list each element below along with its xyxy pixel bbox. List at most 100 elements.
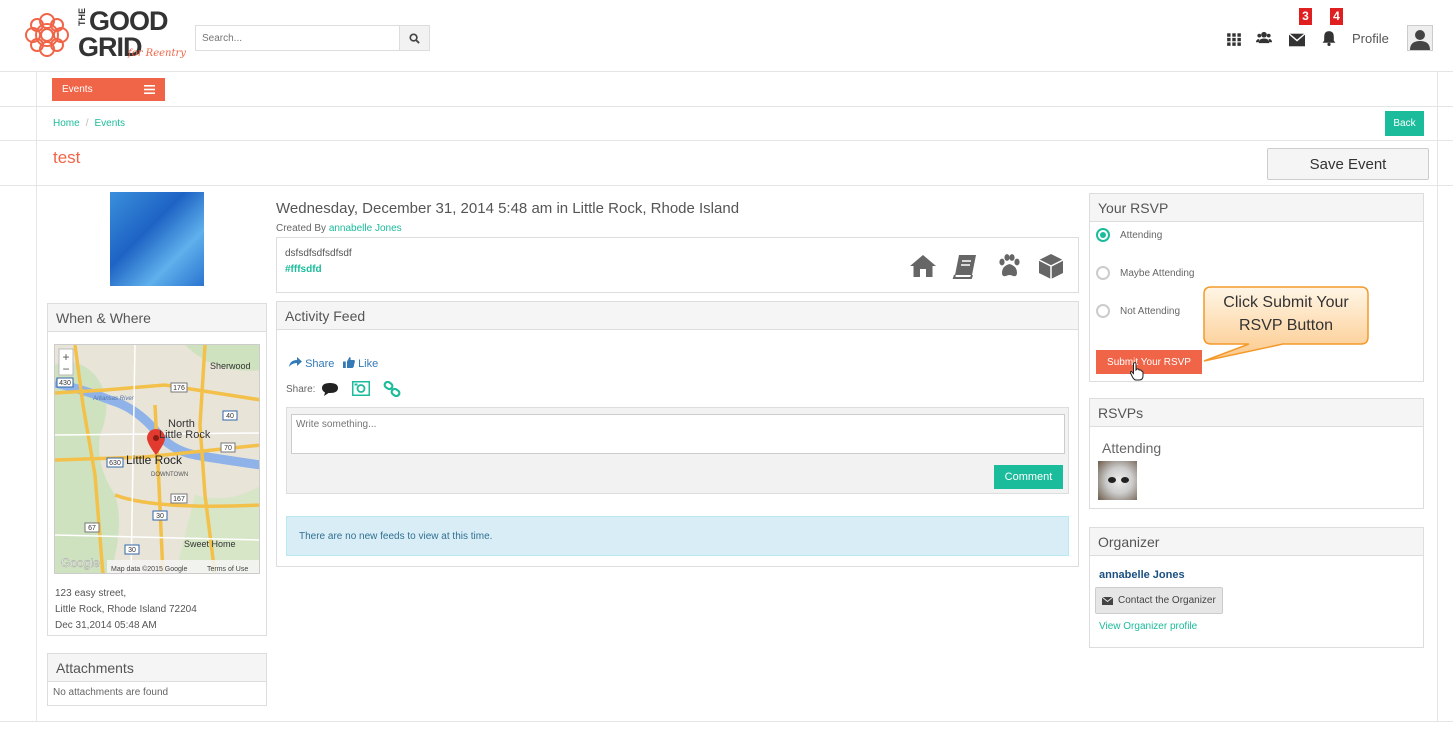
rsvp-option-not-attending[interactable]: Not Attending	[1096, 304, 1180, 318]
attendee-photo	[1108, 477, 1129, 483]
empty-feed-alert: There are no new feeds to view at this t…	[286, 516, 1069, 556]
location-map[interactable]: + − Sherwood North Little Rock Little Ro…	[54, 344, 260, 574]
when-where-title: When & Where	[48, 304, 266, 332]
top-bar: THEGOOD GRID for Reentry 3 4 Profile	[0, 0, 1453, 72]
post-composer: Comment	[286, 407, 1069, 494]
attendee-avatar[interactable]	[1098, 461, 1137, 500]
breadcrumb-home[interactable]: Home	[53, 118, 80, 129]
apps-grid-icon[interactable]	[1226, 31, 1242, 47]
content-border-left	[36, 72, 37, 722]
rsvp-option-attending[interactable]: Attending	[1096, 228, 1162, 242]
event-description-box: dsfsdfsdfsdfsdf #fffsdfd	[276, 237, 1079, 293]
radio-unselected[interactable]	[1096, 266, 1110, 280]
callout-text: Click Submit Your RSVP Button	[1203, 291, 1369, 337]
save-event-button[interactable]: Save Event	[1267, 148, 1429, 180]
search-icon	[409, 32, 420, 44]
link-icon[interactable]	[383, 381, 401, 397]
map-graphic: + − Sherwood North Little Rock Little Ro…	[55, 345, 259, 573]
created-by: Created By annabelle Jones	[276, 223, 402, 234]
event-date-location: Wednesday, December 31, 2014 5:48 am in …	[276, 200, 740, 217]
map-terms: Terms of Use	[207, 566, 248, 573]
divider	[0, 140, 1453, 141]
share-action[interactable]: Share	[289, 357, 334, 370]
divider	[0, 185, 1453, 186]
map-label: Arkansas River	[92, 396, 135, 402]
route-shield: 30	[128, 547, 136, 554]
rsvp-option-label: Not Attending	[1120, 305, 1181, 317]
contact-organizer-button[interactable]: Contact the Organizer	[1095, 587, 1223, 614]
route-shield: 167	[173, 496, 185, 503]
event-hashtag[interactable]: #fffsdfd	[285, 264, 322, 275]
radio-selected[interactable]	[1096, 228, 1110, 242]
radio-unselected[interactable]	[1096, 304, 1110, 318]
photo-icon[interactable]	[352, 381, 370, 396]
breadcrumb-separator: /	[85, 118, 89, 129]
map-label: Sherwood	[210, 361, 251, 371]
back-button[interactable]: Back	[1385, 111, 1424, 136]
search-input[interactable]	[196, 26, 401, 50]
cube-icon	[1038, 254, 1064, 279]
speech-bubble-icon[interactable]	[321, 382, 339, 397]
page-title: test	[53, 148, 81, 167]
hand-cursor-icon	[1130, 362, 1144, 381]
rsvp-option-maybe[interactable]: Maybe Attending	[1096, 266, 1195, 280]
share-icon	[289, 357, 302, 367]
footer-divider	[0, 721, 1453, 722]
event-datetime: Dec 31,2014 05:48 AM	[55, 620, 157, 631]
comment-button[interactable]: Comment	[994, 465, 1063, 489]
created-by-prefix: Created By	[276, 223, 327, 234]
search-button[interactable]	[399, 26, 429, 50]
notifications-badge: 4	[1330, 8, 1343, 25]
map-label: Sweet Home	[184, 539, 236, 549]
post-textarea[interactable]	[291, 414, 1065, 454]
creator-link[interactable]: annabelle Jones	[329, 223, 402, 234]
rsvp-option-label: Maybe Attending	[1120, 267, 1195, 279]
organizer-title: Organizer	[1090, 528, 1423, 556]
share-prefix: Share:	[286, 384, 316, 395]
envelope-icon	[1102, 596, 1113, 605]
callout-line-2: RSVP Button	[1239, 317, 1333, 334]
divider	[0, 106, 1453, 107]
user-avatar[interactable]	[1407, 25, 1433, 51]
map-label: Little Rock	[159, 429, 211, 441]
activity-feed-title: Activity Feed	[277, 302, 1078, 330]
rsvps-attending-label: Attending	[1102, 440, 1162, 456]
map-label: Little Rock	[126, 453, 183, 467]
users-icon[interactable]	[1256, 30, 1272, 46]
logo-tagline: for Reentry	[128, 48, 186, 59]
breadcrumb-events[interactable]: Events	[94, 118, 125, 129]
event-description: dsfsdfsdfsdfsdf	[285, 248, 352, 259]
callout-line-1: Click Submit Your	[1223, 294, 1349, 311]
rsvp-option-label: Attending	[1120, 229, 1163, 241]
like-action[interactable]: Like	[343, 357, 378, 370]
view-organizer-profile-link[interactable]: View Organizer profile	[1099, 621, 1197, 632]
envelope-icon[interactable]	[1289, 32, 1305, 48]
like-label: Like	[358, 358, 379, 370]
route-shield: 630	[109, 460, 121, 467]
organizer-name[interactable]: annabelle Jones	[1099, 569, 1185, 581]
book-icon	[952, 255, 976, 279]
paw-icon	[999, 254, 1020, 277]
home-icon	[910, 255, 936, 277]
route-shield: 70	[224, 445, 232, 452]
logo[interactable]: THEGOOD GRID for Reentry	[22, 8, 192, 64]
map-zoom-out: −	[62, 362, 69, 376]
submit-rsvp-button[interactable]: Submit Your RSVP	[1096, 350, 1202, 374]
address-line-2: Little Rock, Rhode Island 72204	[55, 604, 197, 615]
event-address: 123 easy street, Little Rock, Rhode Isla…	[55, 586, 197, 634]
address-line-1: 123 easy street,	[55, 588, 127, 599]
rsvps-title: RSVPs	[1090, 399, 1423, 427]
events-menu-button[interactable]: Events	[52, 78, 165, 101]
events-menu-label: Events	[62, 84, 93, 95]
profile-link[interactable]: Profile	[1352, 31, 1389, 46]
thumbs-up-icon	[343, 357, 355, 368]
route-shield: 67	[88, 525, 96, 532]
bell-icon[interactable]	[1321, 30, 1337, 46]
user-silhouette-icon	[1410, 30, 1430, 50]
no-attachments-text: No attachments are found	[53, 687, 169, 698]
flower-logo-icon	[25, 13, 69, 57]
route-shield: 430	[59, 380, 71, 387]
hamburger-icon	[144, 85, 155, 94]
route-shield: 40	[226, 413, 234, 420]
attachments-title: Attachments	[48, 654, 266, 682]
